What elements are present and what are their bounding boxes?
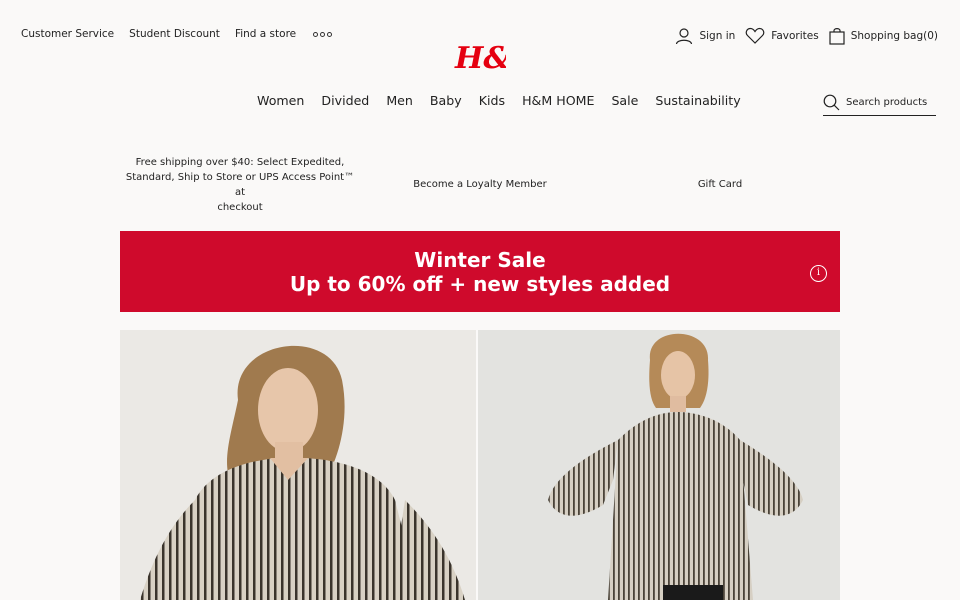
nav-hm-home[interactable]: H&M HOME: [522, 93, 594, 108]
loyalty-link[interactable]: Become a Loyalty Member: [360, 162, 600, 207]
search-icon[interactable]: [823, 94, 840, 111]
student-discount-link[interactable]: Student Discount: [129, 28, 220, 40]
more-icon[interactable]: [313, 31, 333, 37]
hero-section: [120, 330, 840, 600]
shopping-bag-button[interactable]: Shopping bag(0): [829, 27, 938, 45]
shipping-line: Standard, Ship to Store or UPS Access Po…: [125, 171, 355, 198]
gift-card-label: Gift Card: [697, 179, 743, 190]
bag-icon: [829, 28, 845, 45]
nav-kids[interactable]: Kids: [479, 93, 505, 108]
utility-nav: Customer Service Student Discount Find a…: [21, 28, 333, 40]
svg-text:H&M: H&M: [454, 41, 506, 74]
loyalty-label: Become a Loyalty Member: [413, 179, 547, 190]
nav-women[interactable]: Women: [257, 93, 304, 108]
banner-title: Winter Sale: [414, 248, 546, 272]
main-nav: Women Divided Men Baby Kids H&M HOME Sal…: [257, 93, 741, 108]
shipping-info-link[interactable]: Free shipping over $40: Select Expedited…: [120, 157, 360, 213]
shopping-bag-label: Shopping bag(0): [850, 30, 938, 42]
search-input[interactable]: [846, 97, 936, 108]
nav-baby[interactable]: Baby: [430, 93, 462, 108]
heart-icon: [745, 27, 765, 44]
favorites-button[interactable]: Favorites: [745, 27, 819, 45]
nav-sustainability[interactable]: Sustainability: [655, 93, 740, 108]
sign-in-label: Sign in: [699, 30, 736, 42]
customer-service-link[interactable]: Customer Service: [21, 28, 114, 40]
search-box: [823, 90, 936, 116]
user-icon: [676, 28, 693, 45]
gift-card-link[interactable]: Gift Card: [600, 162, 840, 207]
nav-divided[interactable]: Divided: [321, 93, 369, 108]
sign-in-button[interactable]: Sign in: [675, 27, 735, 45]
shipping-line: checkout: [217, 201, 263, 213]
favorites-label: Favorites: [771, 30, 819, 42]
hero-image-right[interactable]: [478, 330, 840, 600]
hm-logo[interactable]: H&M: [454, 38, 544, 78]
nav-sale[interactable]: Sale: [611, 93, 638, 108]
info-strip: Free shipping over $40: Select Expedited…: [120, 157, 840, 213]
sale-banner[interactable]: Winter Sale Up to 60% off + new styles a…: [120, 231, 840, 312]
hero-image-left[interactable]: [120, 330, 476, 600]
account-bar: Sign in Favorites Shopping bag(0): [675, 27, 938, 45]
nav-men[interactable]: Men: [386, 93, 413, 108]
banner-subtitle: Up to 60% off + new styles added: [289, 272, 671, 296]
shipping-line: Free shipping over $40: Select Expedited…: [135, 156, 345, 168]
info-icon[interactable]: i: [810, 265, 827, 282]
find-store-link[interactable]: Find a store: [235, 28, 296, 40]
